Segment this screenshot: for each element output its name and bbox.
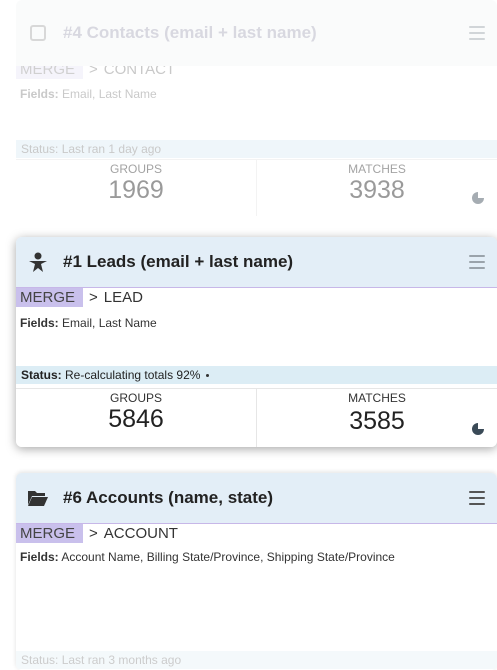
merge-row: MERGE > LEAD [16, 288, 497, 307]
status-bar: Status: Re-calculating totals 92% [16, 366, 497, 384]
matches-count: 3585 [349, 407, 405, 435]
fields-line: Fields: Email, Last Name [20, 87, 157, 101]
groups-count: 5846 [108, 405, 164, 433]
hamburger-menu-icon[interactable] [469, 26, 485, 40]
dedupe-card-contacts[interactable]: #4 Contacts (email + last name) MERGE > C… [16, 0, 497, 216]
folder-open-icon [27, 487, 49, 509]
status-bar: Status: Last ran 1 day ago [16, 140, 497, 158]
stats-row: GROUPS 1969 MATCHES 3938 [16, 159, 497, 216]
groups-stat: GROUPS 1969 [16, 160, 256, 216]
matches-stat: MATCHES 3938 [256, 160, 497, 216]
matches-count: 3938 [349, 176, 405, 204]
hamburger-menu-icon[interactable] [469, 491, 485, 505]
groups-stat: GROUPS 5846 [16, 389, 256, 447]
person-icon [27, 251, 49, 273]
merge-target: > LEAD [89, 289, 143, 306]
dedupe-card-leads[interactable]: #1 Leads (email + last name) MERGE > LEAD… [16, 237, 497, 447]
matches-stat: MATCHES 3585 [256, 389, 497, 447]
card-title: #4 Contacts (email + last name) [63, 23, 317, 42]
stats-row: GROUPS 5846 MATCHES 3585 [16, 388, 497, 447]
fields-line: Fields: Email, Last Name [20, 316, 157, 330]
merge-row: MERGE > ACCOUNT [16, 524, 497, 543]
pie-chart-icon[interactable] [471, 422, 485, 436]
card-title: #1 Leads (email + last name) [63, 252, 294, 271]
hamburger-menu-icon[interactable] [469, 255, 485, 269]
merge-chip: MERGE [16, 524, 84, 543]
card-header[interactable]: #4 Contacts (email + last name) [16, 0, 497, 66]
loading-dot [206, 374, 210, 378]
merge-target: > ACCOUNT [89, 525, 178, 542]
card-header[interactable]: #1 Leads (email + last name) [16, 237, 497, 287]
card-title: #6 Accounts (name, state) [63, 488, 274, 507]
merge-chip: MERGE [16, 288, 84, 307]
card-header[interactable]: #6 Accounts (name, state) [16, 473, 497, 523]
stage: #4 Contacts (email + last name) MERGE > C… [0, 0, 497, 670]
pie-chart-icon[interactable] [471, 191, 485, 205]
groups-count: 1969 [108, 176, 164, 204]
fields-line: Fields: Account Name, Billing State/Prov… [20, 550, 395, 564]
status-bar: Status: Last ran 3 months ago [16, 651, 497, 669]
square-outline-icon [27, 22, 49, 44]
dedupe-card-accounts[interactable]: #6 Accounts (name, state) MERGE > ACCOUNT… [16, 473, 497, 670]
